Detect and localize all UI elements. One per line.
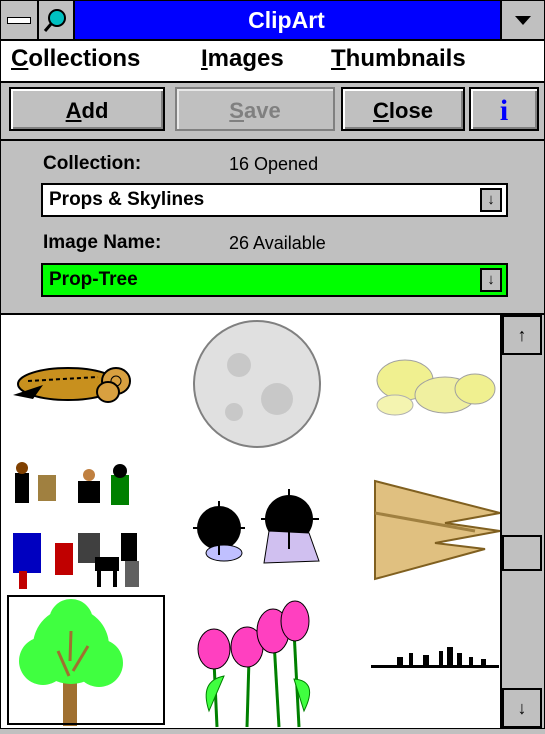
thumbnail-moon[interactable] bbox=[169, 315, 335, 453]
chevron-down-icon bbox=[515, 16, 531, 25]
scroll-thumb[interactable] bbox=[502, 535, 542, 571]
image-name-label: Image Name: bbox=[43, 232, 162, 253]
toolbar: Add Save Close i bbox=[1, 83, 544, 141]
thumbnail-clouds[interactable] bbox=[335, 315, 501, 453]
thumbnail-grid bbox=[1, 315, 502, 728]
close-button[interactable]: Close bbox=[341, 87, 465, 131]
app-icon bbox=[39, 1, 75, 39]
info-button[interactable]: i bbox=[469, 87, 539, 131]
system-menu-icon bbox=[7, 17, 31, 24]
scroll-down-button[interactable]: ↓ bbox=[502, 688, 542, 728]
collection-label: Collection: bbox=[43, 153, 142, 174]
thumbnail-sea-urchins[interactable] bbox=[169, 453, 335, 591]
system-menu-button[interactable] bbox=[1, 1, 39, 39]
thumbnail-tulips[interactable] bbox=[169, 591, 335, 729]
thumbnail-hedge[interactable] bbox=[335, 453, 501, 591]
collection-dropdown-arrow-icon[interactable]: ↓ bbox=[480, 188, 502, 212]
scroll-up-button[interactable]: ↑ bbox=[502, 315, 542, 355]
collection-value: Props & Skylines bbox=[49, 189, 205, 210]
thumbnail-tree[interactable] bbox=[3, 591, 169, 729]
image-name-dropdown-arrow-icon[interactable]: ↓ bbox=[480, 268, 502, 292]
selection-panel: Collection: 16 Opened Props & Skylines ↓… bbox=[1, 141, 544, 315]
thumbnail-log-pile[interactable] bbox=[3, 315, 169, 453]
image-name-dropdown[interactable]: Prop-Tree ↓ bbox=[41, 263, 508, 297]
minimize-button[interactable] bbox=[500, 1, 544, 39]
clipart-window: ClipArt Collections Images Thumbnails Ad… bbox=[0, 0, 545, 729]
menu-collections[interactable]: Collections bbox=[11, 45, 140, 73]
save-button[interactable]: Save bbox=[175, 87, 335, 131]
title-bar[interactable]: ClipArt bbox=[1, 1, 544, 41]
menu-bar: Collections Images Thumbnails bbox=[1, 41, 544, 83]
window-title: ClipArt bbox=[248, 7, 325, 33]
menu-thumbnails[interactable]: Thumbnails bbox=[331, 45, 466, 73]
collection-dropdown[interactable]: Props & Skylines ↓ bbox=[41, 183, 508, 217]
image-name-value: Prop-Tree bbox=[49, 269, 138, 290]
menu-images[interactable]: Images bbox=[201, 45, 284, 73]
add-button[interactable]: Add bbox=[9, 87, 165, 131]
image-name-status: 26 Available bbox=[229, 233, 326, 253]
thumbnail-people-silhouettes[interactable] bbox=[3, 453, 169, 591]
magnifier-icon bbox=[43, 9, 66, 32]
vertical-scrollbar[interactable]: ↑ ↓ bbox=[500, 315, 544, 728]
thumbnail-skyline[interactable] bbox=[335, 591, 501, 729]
collection-status: 16 Opened bbox=[229, 154, 319, 174]
